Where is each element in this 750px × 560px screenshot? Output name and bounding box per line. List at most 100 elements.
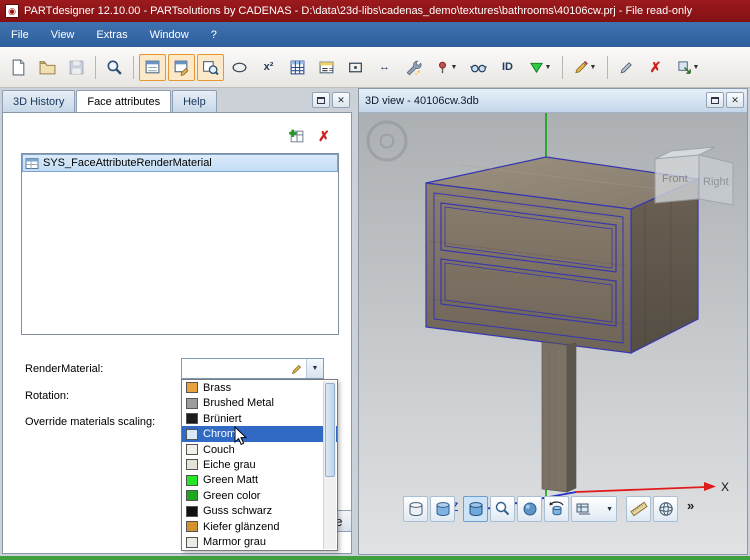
dropdown-option[interactable]: Kiefer glänzend — [182, 519, 337, 534]
edit-tool-button[interactable] — [613, 54, 640, 81]
tab-face-attributes[interactable]: Face attributes — [76, 90, 171, 112]
pedestal-front-face[interactable] — [542, 342, 567, 492]
insert-dropdown-button[interactable]: ▼ — [523, 54, 557, 81]
pin-tool-button[interactable]: ▼ — [429, 54, 463, 81]
option-label: Green Matt — [203, 474, 258, 486]
dropdown-option-selected[interactable]: Chrom — [182, 426, 337, 441]
menu-window[interactable]: Window — [139, 22, 200, 47]
display-shaded-edges-button[interactable] — [463, 496, 488, 522]
dropdown-option[interactable]: Couch — [182, 442, 337, 457]
orbit-ring[interactable] — [368, 122, 406, 160]
dropdown-option[interactable]: Eiche grau — [182, 457, 337, 472]
review-tool-button[interactable] — [465, 54, 492, 81]
dropdown-scrollbar[interactable] — [323, 381, 336, 549]
dropdown-option[interactable]: Marmor grau — [182, 535, 337, 550]
panel-window-controls: ✕ — [312, 92, 350, 108]
id-tool-button[interactable]: ID — [494, 54, 521, 81]
ellipse-tool-button[interactable] — [226, 54, 253, 81]
pedestal-right-face[interactable] — [567, 343, 576, 492]
display-wireframe-button[interactable] — [403, 496, 428, 522]
display-shaded-button[interactable] — [430, 496, 455, 522]
combo-dropdown-button[interactable]: ▼ — [306, 359, 323, 378]
close-icon: ✕ — [731, 95, 739, 106]
render-quality-button[interactable] — [517, 496, 542, 522]
edit-tool-icon — [618, 59, 635, 76]
dropdown-option[interactable]: Guss schwarz — [182, 504, 337, 519]
panel-close-button[interactable]: ✕ — [332, 92, 350, 108]
panel-float-button[interactable] — [706, 92, 724, 108]
x-axis-arrow — [704, 482, 716, 491]
insert-dropdown-arrow: ▼ — [545, 64, 552, 71]
3d-scene: X Z Front Right — [359, 113, 747, 554]
cabinet-right-face[interactable] — [631, 179, 698, 353]
export-dropdown-arrow: ▼ — [693, 64, 700, 71]
list-item[interactable]: SYS_FaceAttributeRenderMaterial — [22, 154, 338, 172]
menu-view[interactable]: View — [40, 22, 86, 47]
export-dropdown-button[interactable]: ▼ — [671, 54, 705, 81]
formula-tool-button[interactable]: x² — [255, 54, 282, 81]
render-material-combo[interactable]: ▼ — [181, 358, 324, 379]
dropdown-option[interactable]: Brass — [182, 380, 337, 395]
view-mode-combo[interactable]: ▼ — [571, 496, 617, 522]
new-file-button[interactable] — [5, 54, 32, 81]
navigation-cube[interactable]: Front Right — [655, 147, 733, 205]
tab-3d-history[interactable]: 3D History — [2, 90, 75, 112]
3d-view-title: 3D view - 40106cw.3db — [365, 95, 479, 107]
stamp-dropdown-button[interactable]: ▼ — [568, 54, 602, 81]
add-attribute-button[interactable] — [287, 127, 305, 145]
attribute-item-icon — [25, 157, 39, 170]
combo-edit-button[interactable] — [288, 359, 306, 378]
open-file-button[interactable] — [34, 54, 61, 81]
color-swatch — [186, 475, 198, 486]
nav-cube-right-label: Right — [703, 176, 729, 188]
attribute-list[interactable]: SYS_FaceAttributeRenderMaterial — [21, 153, 339, 335]
tab-help[interactable]: Help — [172, 90, 217, 112]
workspace: 3D History Face attributes Help ✕ ✗ — [0, 88, 750, 556]
zoom-button[interactable] — [101, 54, 128, 81]
scrollbar-thumb[interactable] — [325, 383, 335, 477]
stretch-tool-icon: ↔ — [379, 61, 390, 73]
id-tool-icon: ID — [502, 61, 513, 73]
pencil-icon — [291, 363, 303, 375]
cabinet-model[interactable] — [426, 157, 698, 492]
table-tool-button[interactable] — [284, 54, 311, 81]
menu-help[interactable]: ? — [200, 22, 228, 47]
3d-viewport[interactable]: X Z Front Right — [359, 113, 747, 554]
display-shaded-icon — [434, 500, 452, 518]
color-swatch — [186, 429, 198, 440]
attributes-panel-toggle[interactable] — [168, 54, 195, 81]
table-tool-icon — [289, 59, 306, 76]
value-table-tool-button[interactable]: = — [313, 54, 340, 81]
dimension-tool-button[interactable] — [342, 54, 369, 81]
rotation-label: Rotation: — [25, 390, 69, 402]
tab-label: Help — [183, 96, 206, 108]
menu-file[interactable]: File — [0, 22, 40, 47]
option-label: Kiefer glänzend — [203, 521, 279, 533]
save-file-button[interactable] — [63, 54, 90, 81]
toolbar-separator — [133, 56, 134, 79]
mesh-display-button[interactable] — [653, 496, 678, 522]
more-tools-button[interactable]: » — [687, 498, 694, 513]
history-panel-toggle[interactable] — [139, 54, 166, 81]
panel-close-button[interactable]: ✕ — [726, 92, 744, 108]
color-swatch — [186, 537, 198, 548]
zoom-select-icon — [494, 500, 512, 518]
dropdown-option[interactable]: Green color — [182, 488, 337, 503]
panel-float-button[interactable] — [312, 92, 330, 108]
menu-extras[interactable]: Extras — [85, 22, 138, 47]
attributes-panel-toggle-icon — [173, 59, 190, 76]
delete-attribute-button[interactable]: ✗ — [315, 127, 333, 145]
color-swatch — [186, 444, 198, 455]
stretch-tool-button[interactable]: ↔ — [371, 54, 398, 81]
dropdown-option[interactable]: Green Matt — [182, 473, 337, 488]
view-toolbar: ▼ » — [359, 496, 747, 524]
option-label: Eiche grau — [203, 459, 256, 471]
dropdown-option[interactable]: Brüniert — [182, 411, 337, 426]
wizard-tool-button[interactable] — [400, 54, 427, 81]
rotate-view-button[interactable] — [544, 496, 569, 522]
zoom-select-button[interactable] — [490, 496, 515, 522]
delete-tool-button[interactable]: ✗ — [642, 54, 669, 81]
dropdown-option[interactable]: Brushed Metal — [182, 395, 337, 410]
view-panel-toggle[interactable] — [197, 54, 224, 81]
measure-button[interactable] — [626, 496, 651, 522]
